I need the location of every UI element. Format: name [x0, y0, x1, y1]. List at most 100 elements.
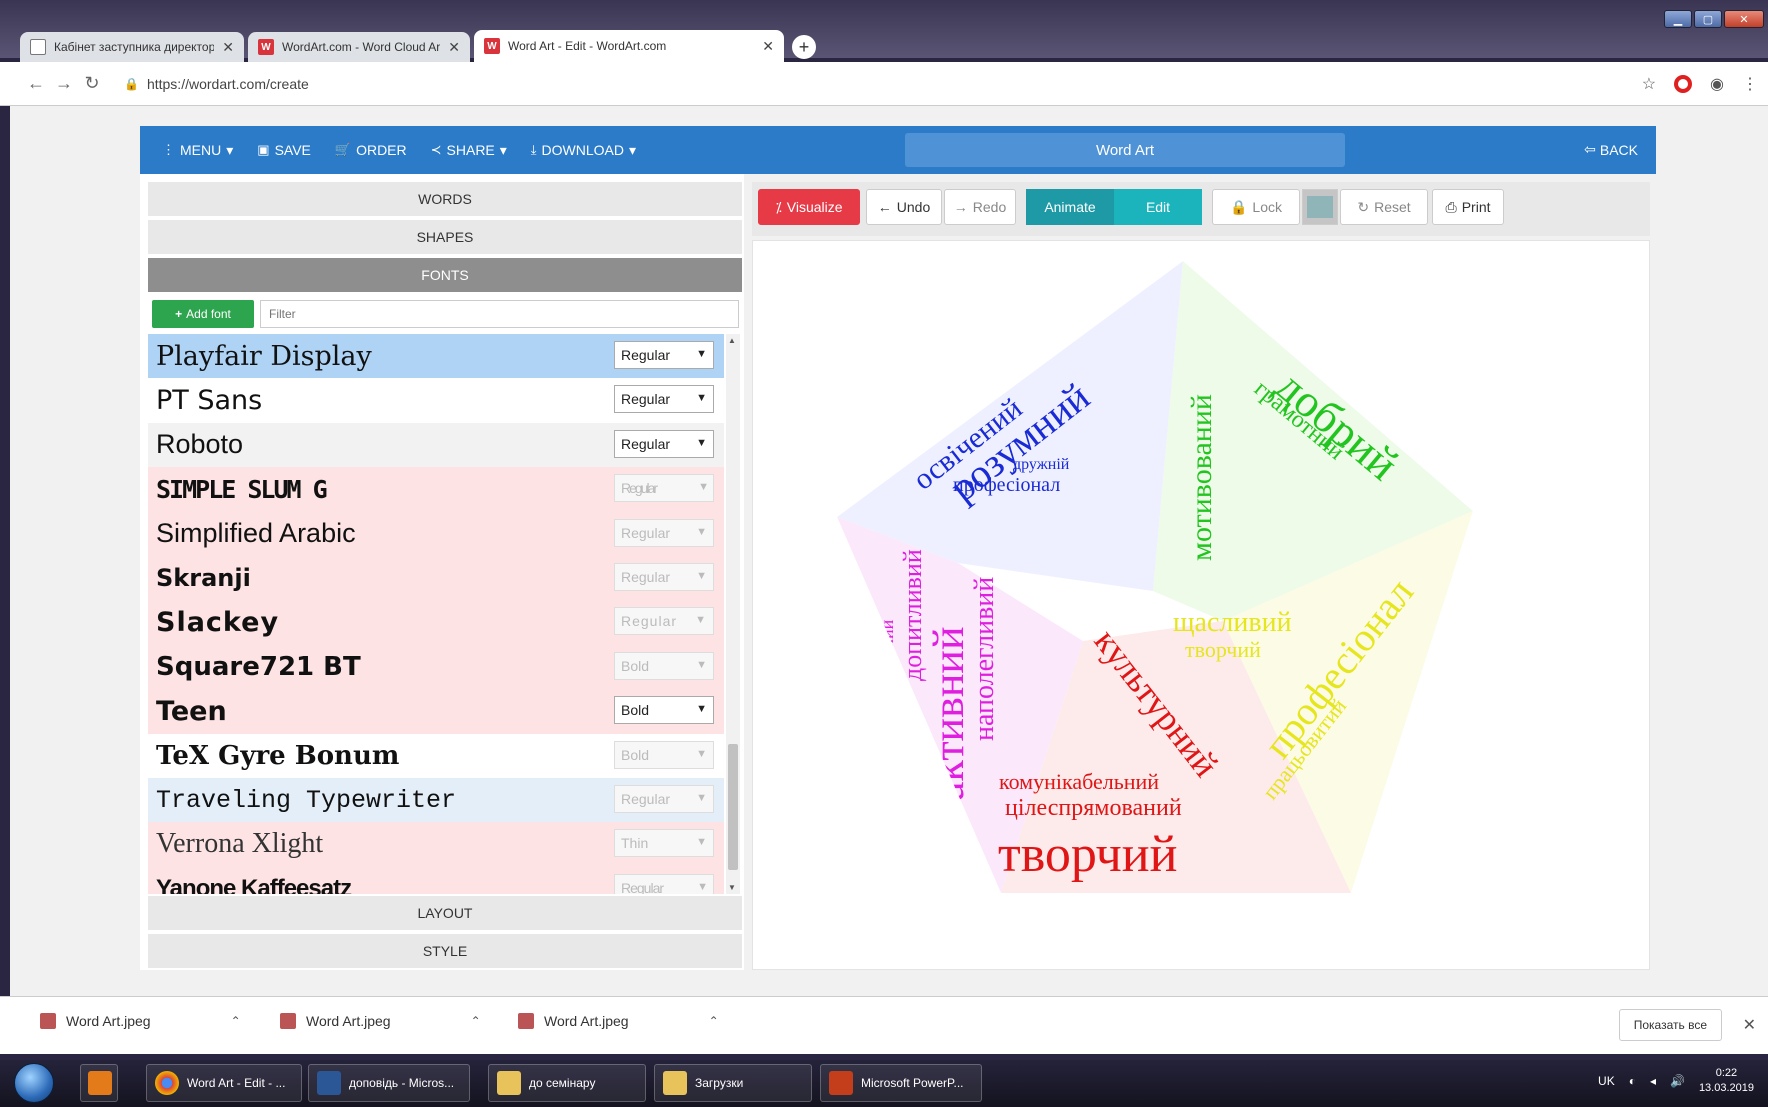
share-button[interactable]: ≺ SHARE ▾: [431, 142, 507, 159]
show-all-downloads-button[interactable]: Показать все: [1618, 1009, 1722, 1041]
font-row-square721[interactable]: Square721 BT Bold ▼: [148, 644, 724, 690]
section-words[interactable]: WORDS: [148, 182, 742, 218]
url-field[interactable]: 🔒 https://wordart.com/create: [124, 76, 309, 92]
font-style-select: Bold ▼: [614, 740, 714, 769]
magic-wand-icon: ⁒: [775, 198, 782, 215]
print-button[interactable]: ⎙ Print: [1432, 189, 1504, 225]
tab-wordart-edit[interactable]: W Word Art - Edit - WordArt.com ✕: [474, 30, 784, 62]
font-filter-input[interactable]: [260, 300, 739, 328]
font-row-verrona-xlight[interactable]: Verrona Xlight Thin ▼: [148, 822, 724, 867]
download-filename: Word Art.jpeg: [544, 1013, 629, 1029]
minimize-button[interactable]: ▁: [1664, 10, 1692, 28]
font-row-slackey[interactable]: Slackey Regular ▼: [148, 600, 724, 645]
taskbar-item[interactable]: Word Art - Edit - ...: [146, 1064, 302, 1102]
close-icon[interactable]: ✕: [1743, 1015, 1756, 1035]
font-row-yanone-kaffeesatz[interactable]: Yanone Kaffeesatz Regular ▼: [148, 866, 724, 894]
redo-button[interactable]: → Redo: [944, 189, 1016, 225]
order-button[interactable]: 🛒 ORDER: [335, 142, 407, 158]
color-swatch-button[interactable]: [1302, 189, 1338, 225]
chevron-up-icon[interactable]: ⌃: [471, 1014, 481, 1028]
section-style[interactable]: STYLE: [148, 934, 742, 970]
scroll-up-icon[interactable]: ▲: [728, 336, 736, 345]
download-item[interactable]: Word Art.jpeg ⌃: [518, 1013, 719, 1029]
chevron-up-icon[interactable]: ⌃: [231, 1014, 241, 1028]
font-row-pt-sans[interactable]: PT Sans Regular ▼: [148, 378, 724, 423]
media-player-button[interactable]: [80, 1064, 118, 1102]
volume-icon[interactable]: 🔊: [1670, 1074, 1685, 1088]
tab-title: WordArt.com - Word Cloud Art C: [282, 40, 441, 54]
font-name: TeX Gyre Bonum: [156, 740, 400, 771]
taskbar-item[interactable]: Microsoft PowerP...: [820, 1064, 982, 1102]
cloud-word: комунікабельний: [999, 769, 1159, 794]
clock[interactable]: 0:22 13.03.2019: [1699, 1066, 1754, 1096]
scroll-down-icon[interactable]: ▼: [728, 883, 736, 892]
account-icon[interactable]: ◉: [1710, 74, 1724, 94]
scrollbar-thumb[interactable]: [728, 744, 738, 870]
visualize-button[interactable]: ⁒ Visualize: [758, 189, 860, 225]
kebab-menu-icon[interactable]: ⋮: [1742, 74, 1758, 94]
download-item[interactable]: Word Art.jpeg ⌃: [280, 1013, 481, 1029]
visualize-label: Visualize: [786, 199, 843, 215]
close-icon[interactable]: ✕: [762, 38, 774, 55]
tab-cabinet[interactable]: Кабінет заступника директора з ✕: [20, 32, 244, 62]
font-row-simple-slum[interactable]: SIMPLE SLUM G Regular ▼: [148, 467, 724, 512]
font-row-simplified-arabic[interactable]: Simplified Arabic Regular ▼: [148, 511, 724, 556]
download-item[interactable]: Word Art.jpeg ⌃: [40, 1013, 241, 1029]
lock-button[interactable]: 🔒 Lock: [1212, 189, 1300, 225]
window-close-button[interactable]: ✕: [1724, 10, 1764, 28]
maximize-button[interactable]: ▢: [1694, 10, 1722, 28]
section-layout[interactable]: LAYOUT: [148, 896, 742, 932]
section-fonts[interactable]: FONTS: [148, 258, 742, 294]
cloud-word: щасливий: [1173, 607, 1292, 638]
back-arrow-icon[interactable]: ←: [22, 73, 50, 94]
word-cloud-canvas[interactable]: розумний освічений дружній професіонал д…: [752, 240, 1650, 970]
cloud-word: цілеспрямований: [1005, 795, 1182, 821]
download-filename: Word Art.jpeg: [306, 1013, 391, 1029]
taskbar-item[interactable]: Загрузки: [654, 1064, 812, 1102]
undo-button[interactable]: ← Undo: [866, 189, 942, 225]
browser-tabstrip: Кабінет заступника директора з ✕ W WordA…: [0, 0, 1768, 62]
font-list-scrollbar[interactable]: ▲ ▼: [726, 334, 740, 894]
canvas-toolbar: ⁒ Visualize ← Undo → Redo Animate Edit 🔒 Loc…: [752, 182, 1650, 236]
back-button[interactable]: ⇦ BACK: [1584, 141, 1638, 158]
taskbar-item[interactable]: до семінару: [488, 1064, 646, 1102]
close-icon[interactable]: ✕: [222, 39, 234, 56]
animate-button[interactable]: Animate: [1026, 189, 1114, 225]
font-row-teen[interactable]: Teen Bold ▼: [148, 689, 724, 734]
start-button[interactable]: [14, 1063, 54, 1103]
reload-icon[interactable]: ↻: [78, 73, 106, 94]
network-icon[interactable]: ◐: [1629, 1074, 1636, 1088]
image-file-icon: [518, 1013, 534, 1029]
word-cloud-svg: розумний освічений дружній професіонал д…: [837, 261, 1473, 893]
font-style-select[interactable]: Regular ▼: [614, 341, 714, 369]
forward-arrow-icon[interactable]: →: [50, 73, 78, 94]
font-style-select[interactable]: Regular ▼: [614, 385, 714, 414]
font-row-skranji[interactable]: Skranji Regular ▼: [148, 555, 724, 601]
language-indicator[interactable]: UK: [1598, 1074, 1615, 1088]
section-shapes[interactable]: SHAPES: [148, 220, 742, 256]
download-button[interactable]: ⤓ DOWNLOAD ▾: [531, 142, 636, 159]
chevron-up-icon[interactable]: ⌃: [709, 1014, 719, 1028]
new-tab-button[interactable]: +: [792, 35, 816, 59]
font-row-tex-gyre-bonum[interactable]: TeX Gyre Bonum Bold ▼: [148, 733, 724, 778]
add-font-button[interactable]: + Add font: [152, 300, 254, 328]
font-style-select[interactable]: Regular ▼: [614, 429, 714, 458]
font-name: Playfair Display: [156, 340, 372, 372]
cloud-word: допитливий: [898, 549, 927, 681]
font-row-roboto[interactable]: Roboto Regular ▼: [148, 422, 724, 468]
menu-button[interactable]: ⋮ MENU ▾: [162, 142, 233, 159]
font-row-playfair[interactable]: Playfair Display Regular ▼: [148, 334, 724, 379]
tab-wordart-home[interactable]: W WordArt.com - Word Cloud Art C ✕: [248, 32, 470, 62]
dropdown-arrow-icon: ▼: [696, 791, 707, 804]
star-icon[interactable]: ☆: [1642, 74, 1656, 94]
edit-button[interactable]: Edit: [1114, 189, 1202, 225]
font-style-select[interactable]: Bold ▼: [614, 696, 714, 725]
flag-icon[interactable]: ◂: [1650, 1074, 1656, 1088]
font-row-traveling-typewriter[interactable]: Traveling Typewriter Regular ▼: [148, 777, 724, 823]
reset-button[interactable]: ↻ Reset: [1340, 189, 1428, 225]
close-icon[interactable]: ✕: [448, 39, 460, 56]
save-button[interactable]: ▣ SAVE: [257, 142, 311, 158]
opera-icon[interactable]: [1674, 75, 1693, 93]
taskbar-item[interactable]: доповідь - Micros...: [308, 1064, 470, 1102]
app-title-field[interactable]: Word Art: [905, 133, 1345, 167]
